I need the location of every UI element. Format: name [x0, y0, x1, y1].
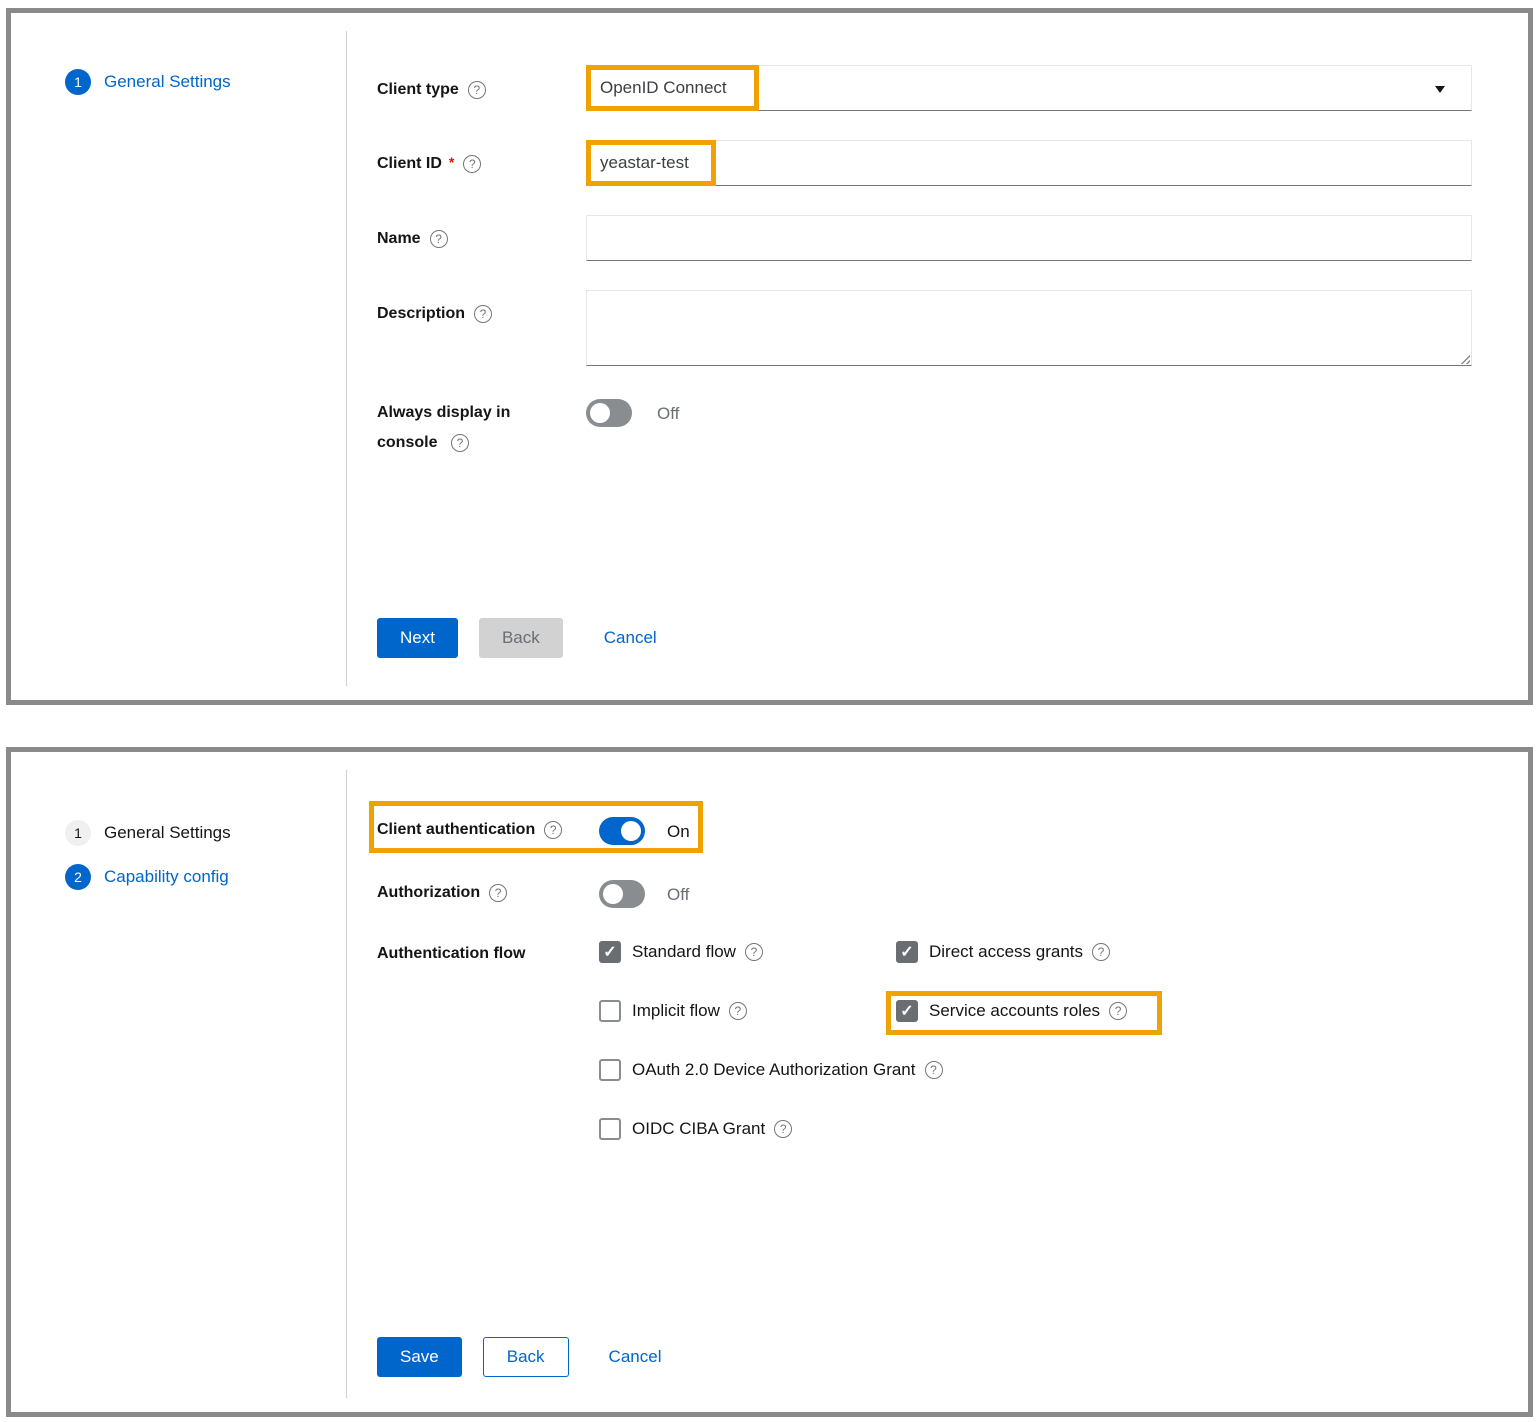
client-authentication-label-row: Client authentication ? [377, 819, 562, 841]
description-label-row: Description ? [377, 303, 492, 325]
back-button[interactable]: Back [483, 1337, 569, 1377]
authentication-flow-label: Authentication flow [377, 943, 525, 965]
name-input[interactable] [586, 215, 1472, 261]
required-asterisk: * [449, 151, 454, 173]
oauth-device-grant-label: OAuth 2.0 Device Authorization Grant [632, 1060, 916, 1080]
help-icon[interactable]: ? [474, 305, 492, 323]
help-icon[interactable]: ? [729, 1002, 747, 1020]
help-icon[interactable]: ? [544, 821, 562, 839]
client-authentication-state: On [667, 822, 690, 842]
checkbox-item-oidc-ciba-grant: OIDC CIBA Grant ? [599, 1118, 792, 1140]
save-button[interactable]: Save [377, 1337, 462, 1377]
description-textarea[interactable] [586, 290, 1472, 366]
authorization-label: Authorization [377, 882, 480, 904]
wizard-footer: Save Back Cancel [377, 1337, 661, 1377]
step-label: Capability config [104, 867, 229, 887]
help-icon[interactable]: ? [925, 1061, 943, 1079]
client-id-input[interactable] [586, 140, 1472, 186]
checkbox-item-implicit-flow: Implicit flow ? [599, 1000, 747, 1022]
always-display-label-row: Always display in console ? [377, 398, 537, 458]
description-label: Description [377, 303, 465, 325]
client-authentication-toggle[interactable] [599, 817, 645, 845]
checkbox-item-standard-flow: Standard flow ? [599, 941, 763, 963]
help-icon[interactable]: ? [463, 155, 481, 173]
cancel-button[interactable]: Cancel [609, 1337, 662, 1377]
client-authentication-label: Client authentication [377, 819, 535, 841]
authentication-flow-label-row: Authentication flow [377, 943, 525, 965]
help-icon[interactable]: ? [774, 1120, 792, 1138]
toggle-knob [603, 884, 623, 904]
help-icon[interactable]: ? [745, 943, 763, 961]
authorization-state: Off [667, 885, 689, 905]
oidc-ciba-grant-label: OIDC CIBA Grant [632, 1119, 765, 1139]
panel-divider [346, 31, 347, 686]
help-icon[interactable]: ? [489, 884, 507, 902]
name-label: Name [377, 228, 421, 250]
toggle-knob [621, 821, 641, 841]
wizard-step-capability-config[interactable]: 2 Capability config [65, 864, 229, 890]
toggle-knob [590, 403, 610, 423]
chevron-down-icon [1435, 86, 1445, 93]
direct-access-grants-label: Direct access grants [929, 942, 1083, 962]
cancel-button[interactable]: Cancel [604, 618, 657, 658]
client-type-select[interactable]: OpenID Connect [586, 65, 1472, 111]
help-icon[interactable]: ? [1109, 1002, 1127, 1020]
client-type-label: Client type [377, 79, 459, 101]
authorization-label-row: Authorization ? [377, 882, 507, 904]
name-label-row: Name ? [377, 228, 448, 250]
standard-flow-checkbox[interactable] [599, 941, 621, 963]
step-label: General Settings [104, 823, 231, 843]
wizard-panel-capability-config: 1 General Settings 2 Capability config C… [6, 747, 1533, 1417]
service-accounts-roles-label: Service accounts roles [929, 1001, 1100, 1021]
client-id-label: Client ID [377, 153, 442, 175]
always-display-state: Off [657, 404, 679, 424]
client-type-label-row: Client type ? [377, 79, 486, 101]
wizard-footer: Next Back Cancel [377, 618, 657, 658]
next-button[interactable]: Next [377, 618, 458, 658]
checkbox-item-service-accounts-roles: Service accounts roles ? [896, 1000, 1127, 1022]
step-number-badge: 2 [65, 864, 91, 890]
implicit-flow-checkbox[interactable] [599, 1000, 621, 1022]
always-display-toggle[interactable] [586, 399, 632, 427]
panel-divider [346, 770, 347, 1398]
service-accounts-roles-checkbox[interactable] [896, 1000, 918, 1022]
checkbox-item-oauth-device-grant: OAuth 2.0 Device Authorization Grant ? [599, 1059, 943, 1081]
authorization-toggle[interactable] [599, 880, 645, 908]
help-icon[interactable]: ? [1092, 943, 1110, 961]
client-id-label-row: Client ID * ? [377, 153, 481, 175]
back-button[interactable]: Back [479, 618, 563, 658]
oauth-device-grant-checkbox[interactable] [599, 1059, 621, 1081]
help-icon[interactable]: ? [451, 434, 469, 452]
help-icon[interactable]: ? [430, 230, 448, 248]
implicit-flow-label: Implicit flow [632, 1001, 720, 1021]
step-label: General Settings [104, 72, 231, 92]
wizard-step-general-settings[interactable]: 1 General Settings [65, 69, 231, 95]
standard-flow-label: Standard flow [632, 942, 736, 962]
step-number-badge: 1 [65, 820, 91, 846]
always-display-label: Always display in console [377, 404, 510, 451]
help-icon[interactable]: ? [468, 81, 486, 99]
wizard-step-general-settings[interactable]: 1 General Settings [65, 820, 231, 846]
direct-access-grants-checkbox[interactable] [896, 941, 918, 963]
client-type-value: OpenID Connect [600, 78, 727, 98]
wizard-panel-general-settings: 1 General Settings Client type ? OpenID … [6, 8, 1533, 705]
oidc-ciba-grant-checkbox[interactable] [599, 1118, 621, 1140]
checkbox-item-direct-access-grants: Direct access grants ? [896, 941, 1110, 963]
step-number-badge: 1 [65, 69, 91, 95]
